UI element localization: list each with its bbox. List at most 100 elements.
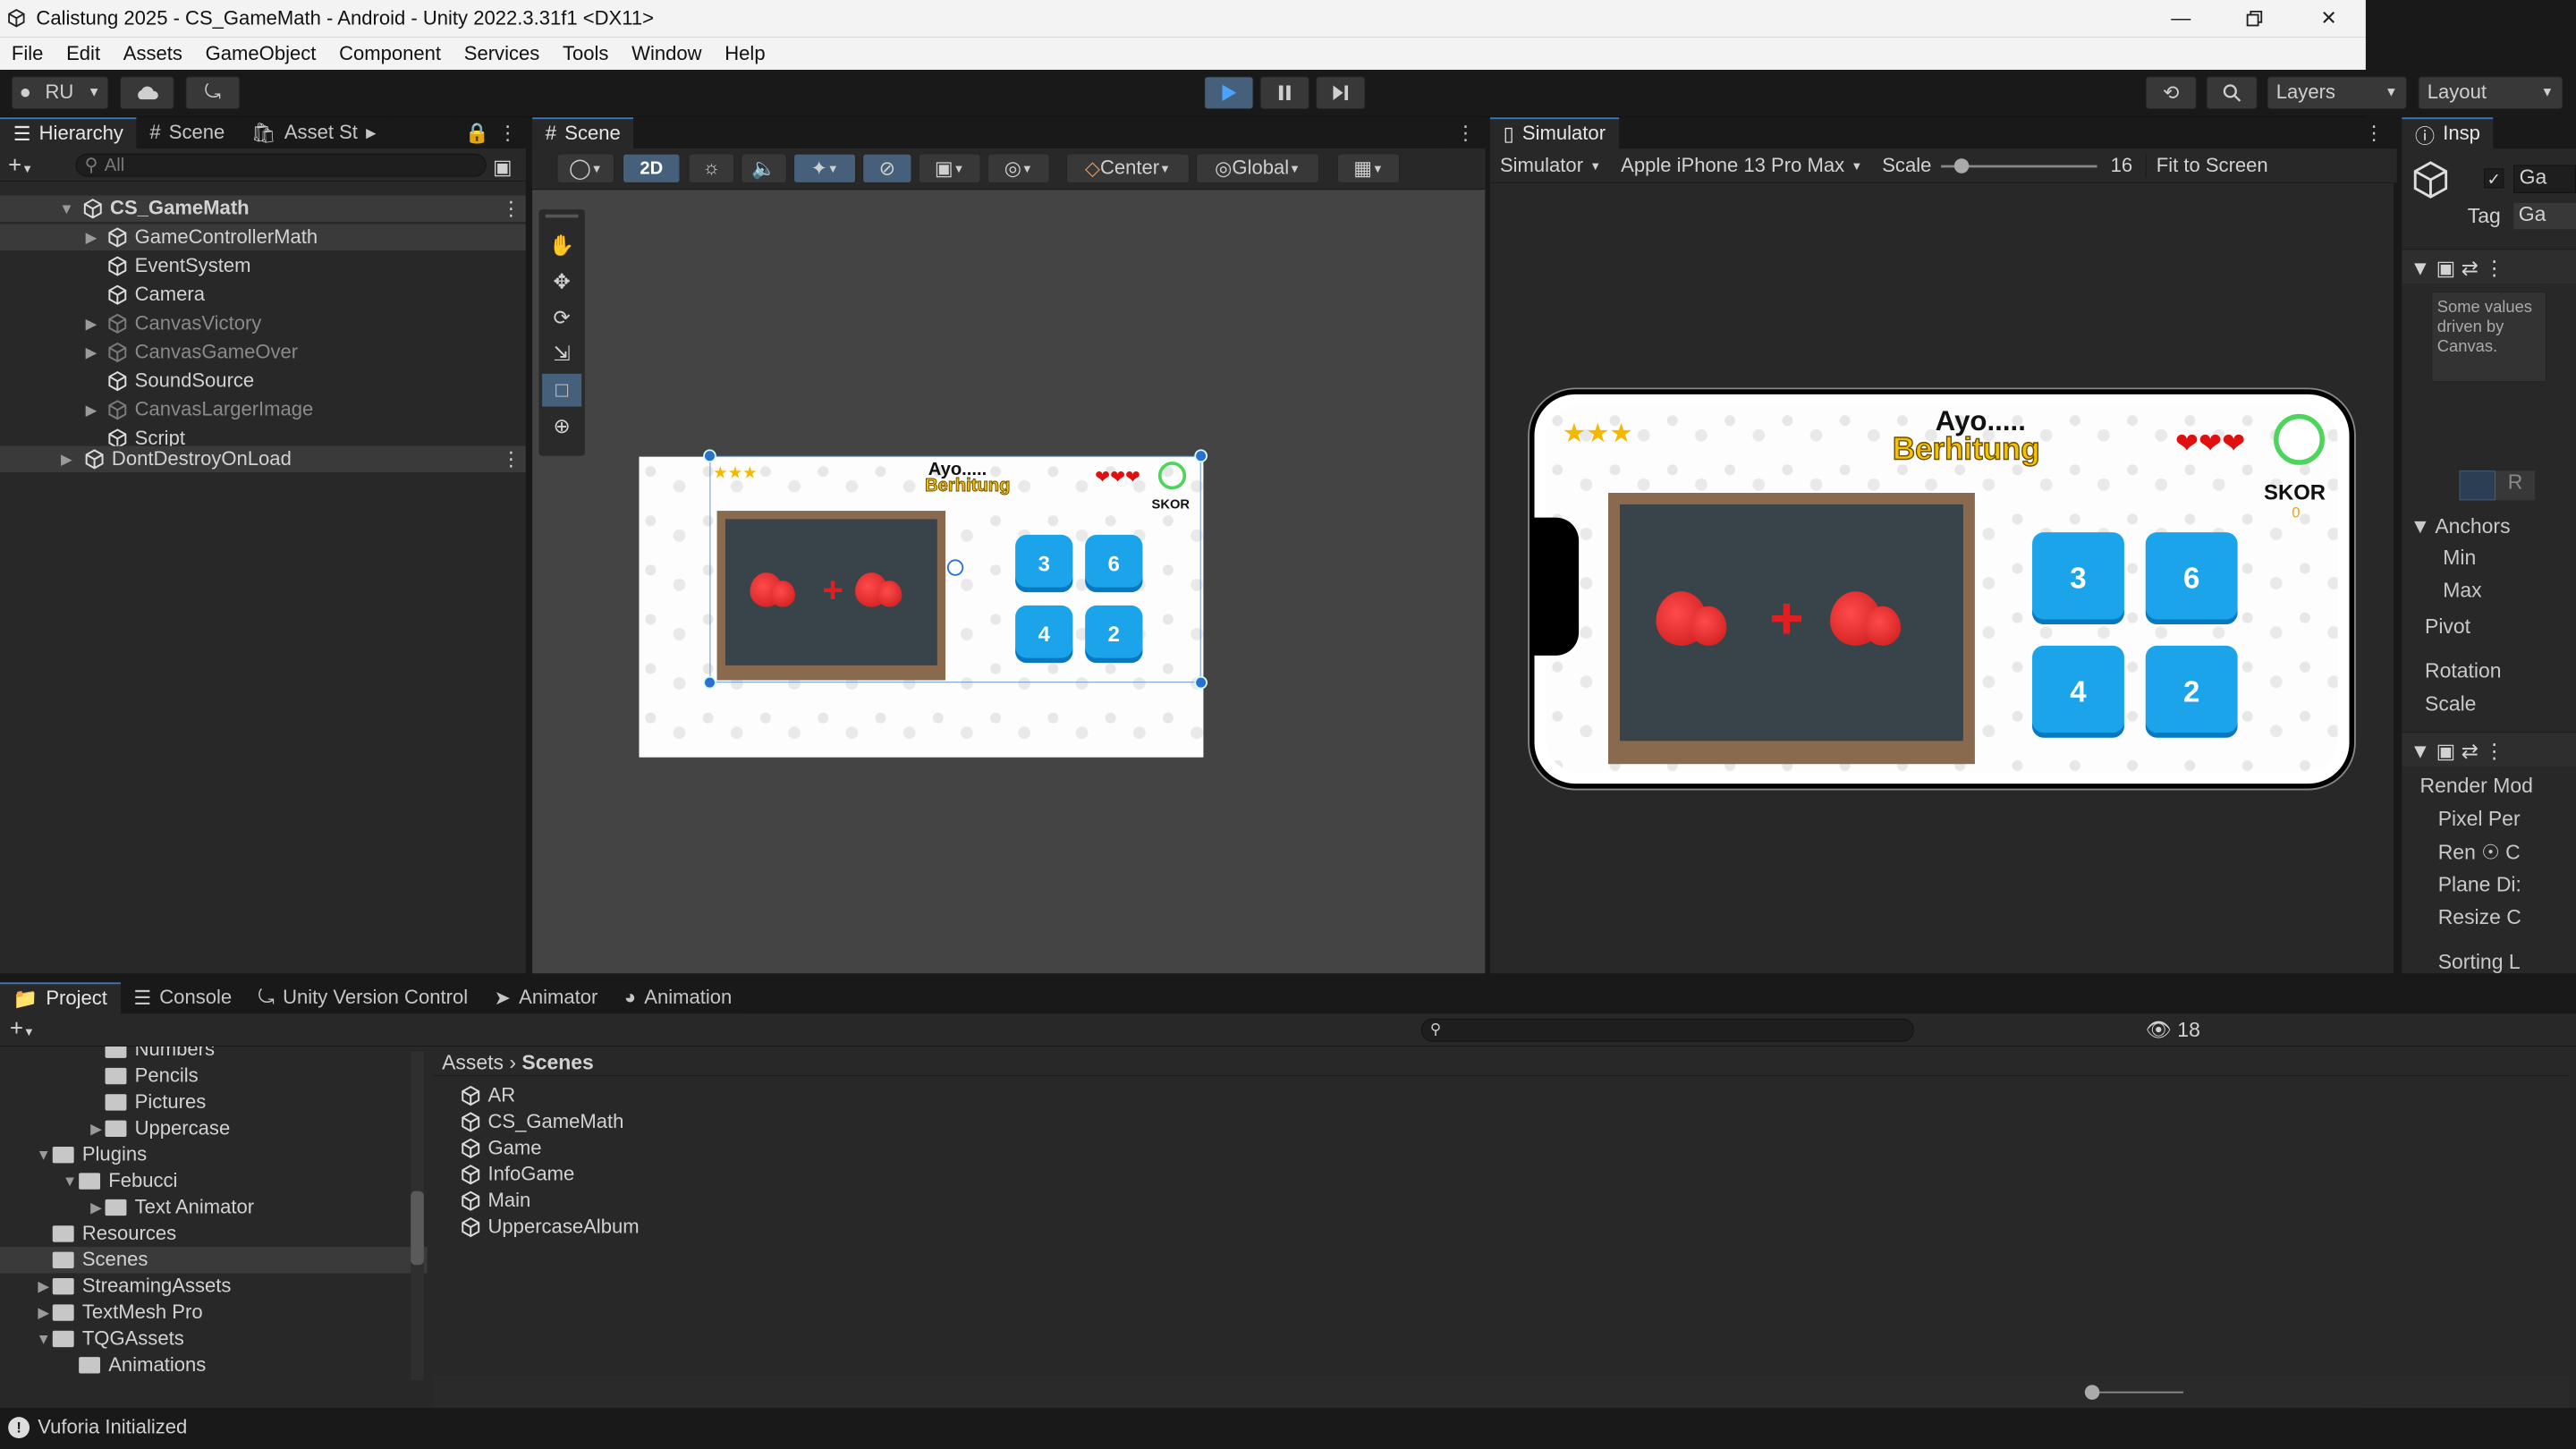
scene-visibility-icon[interactable]: ▣ <box>493 156 513 181</box>
hierarchy-item[interactable]: Camera <box>0 282 526 308</box>
pivot-mode-dropdown[interactable]: ◇ Center ▼ <box>1066 153 1190 183</box>
toggle-2d-button[interactable]: 2D <box>623 153 681 183</box>
folder-tree-item[interactable]: ▶ Uppercase <box>0 1115 428 1141</box>
history-button[interactable]: ⟲ <box>2145 76 2197 110</box>
restore-button[interactable] <box>2218 0 2292 37</box>
scale-tool-icon[interactable]: ⇲ <box>542 337 581 370</box>
hierarchy-item[interactable]: ▶ CanvasVictory <box>0 310 526 336</box>
hierarchy-search-input[interactable]: ⚲ All <box>75 153 487 177</box>
simulator-mode-dropdown[interactable]: Simulator ▼ <box>1490 154 1611 177</box>
folder-tree-item[interactable]: ▶ TextMesh Pro <box>0 1300 428 1326</box>
scene-asset-item[interactable]: Main <box>460 1188 2576 1214</box>
pivot-rotation-dropdown[interactable]: ◎ Global ▼ <box>1196 153 1319 183</box>
hierarchy-item[interactable]: ▶ GameControllerMath <box>0 224 526 251</box>
scale-slider[interactable] <box>1941 153 2097 178</box>
expand-arrow-icon[interactable]: ▶ <box>82 315 100 332</box>
transform-tool-icon[interactable]: ⊕ <box>542 410 581 443</box>
folder-tree-item[interactable]: Pencils <box>0 1063 428 1089</box>
audio-toggle[interactable]: 🔈 <box>741 153 787 183</box>
menu-file[interactable]: File <box>12 41 44 66</box>
folder-tree-item[interactable]: ▼ Plugins <box>0 1142 428 1168</box>
tab-unity-version-control[interactable]: ⤿ Unity Version Control <box>244 982 481 1014</box>
name-field[interactable]: Ga <box>2513 165 2576 193</box>
pause-button[interactable] <box>1259 76 1309 110</box>
search-button[interactable] <box>2206 76 2258 110</box>
hierarchy-root-row[interactable]: ▼ CS_GameMath ⋮ <box>0 195 526 222</box>
play-button[interactable] <box>1204 76 1254 110</box>
camera-dropdown[interactable]: ▣ ▼ <box>918 153 981 183</box>
minimize-button[interactable]: — <box>2144 0 2218 37</box>
icon-size-slider[interactable] <box>2093 1391 2184 1394</box>
hierarchy-item[interactable]: SoundSource <box>0 368 526 394</box>
fit-to-screen-button[interactable]: Fit to Screen <box>2145 154 2278 177</box>
scene-asset-item[interactable]: CS_GameMath <box>460 1109 2576 1135</box>
hierarchy-item[interactable]: ▶ CanvasGameOver <box>0 339 526 365</box>
rotate-tool-icon[interactable]: ⟳ <box>542 301 581 335</box>
tab-inspector[interactable]: ⓘ Insp <box>2402 117 2494 149</box>
gizmos-dropdown[interactable]: ◎ ▼ <box>987 153 1050 183</box>
move-tool-icon[interactable]: ✥ <box>542 266 581 299</box>
sim-answer-4[interactable]: 4 <box>2032 645 2124 738</box>
tab-hierarchy[interactable]: ☰ Hierarchy <box>0 117 137 149</box>
menu-assets[interactable]: Assets <box>123 41 182 66</box>
tab-animation[interactable]: ◕ Animation <box>611 982 745 1014</box>
tab-scene[interactable]: # Scene <box>532 117 634 149</box>
menu-services[interactable]: Services <box>464 41 540 66</box>
panel-menu-button[interactable]: 🔒 ⋮ <box>456 117 526 149</box>
tag-dropdown[interactable]: Ga <box>2513 202 2576 230</box>
account-dropdown[interactable]: ● RU ▼ <box>11 76 109 110</box>
layout-dropdown[interactable]: Layout ▼ <box>2418 76 2563 110</box>
menu-window[interactable]: Window <box>631 41 701 66</box>
grid-snap-dropdown[interactable]: ▦ ▼ <box>1337 153 1400 183</box>
tab-project[interactable]: 📁 Project <box>0 982 121 1014</box>
scene-asset-item[interactable]: AR <box>460 1082 2576 1108</box>
hidden-objects-toggle[interactable]: ⊘ <box>862 153 912 183</box>
folder-tree-item[interactable]: Pictures <box>0 1089 428 1115</box>
blueprint-toggle[interactable] <box>2459 470 2496 501</box>
sim-answer-3[interactable]: 3 <box>2032 532 2124 624</box>
draw-mode-dropdown[interactable]: ◯ ▼ <box>556 153 614 183</box>
hand-tool-icon[interactable]: ✋ <box>542 229 581 262</box>
gizmo-handle[interactable] <box>1194 449 1208 463</box>
expand-arrow-icon[interactable]: ▶ <box>35 1278 53 1295</box>
folder-tree-item[interactable]: ▶ Text Animator <box>0 1194 428 1220</box>
folder-tree-item[interactable]: ▶ StreamingAssets <box>0 1273 428 1299</box>
gizmo-pivot[interactable] <box>946 559 964 576</box>
folder-tree-item[interactable]: Scenes <box>0 1247 428 1274</box>
rect-transform-header[interactable]: ▼ ▣ ⇄ ⋮ <box>2402 249 2576 284</box>
tab-asset-store[interactable]: 🛍 Asset St ▶ <box>237 117 390 149</box>
sim-answer-6[interactable]: 6 <box>2145 532 2238 624</box>
expand-arrow-icon[interactable]: ▶ <box>82 402 100 419</box>
folder-tree-item[interactable]: Resources <box>0 1221 428 1247</box>
tab-animator[interactable]: ➤ Animator <box>480 982 612 1014</box>
tab-simulator[interactable]: ▯ Simulator <box>1489 117 1619 149</box>
collab-button[interactable]: ⤿ <box>185 76 241 110</box>
project-search-input[interactable]: ⚲ <box>1420 1018 1914 1042</box>
row-menu-icon[interactable]: ⋮ <box>501 447 521 471</box>
gizmo-handle[interactable] <box>1194 675 1208 690</box>
effects-toggle[interactable]: ✦ ▼ <box>793 153 856 183</box>
row-menu-icon[interactable]: ⋮ <box>501 197 521 221</box>
lighting-toggle[interactable]: ☼ <box>688 153 735 183</box>
simulator-menu[interactable]: ⋮ <box>2354 117 2394 149</box>
menu-edit[interactable]: Edit <box>66 41 100 66</box>
expand-arrow-icon[interactable]: ▶ <box>35 1304 53 1321</box>
tab-scene-mini[interactable]: # Scene <box>136 117 238 149</box>
folder-tree-item[interactable]: ▼ Febucci <box>0 1168 428 1194</box>
menu-help[interactable]: Help <box>724 41 765 66</box>
hierarchy-item[interactable]: EventSystem <box>0 253 526 279</box>
add-button[interactable]: +▼ <box>8 152 33 178</box>
scene-asset-item[interactable]: InfoGame <box>460 1162 2576 1188</box>
active-checkbox[interactable]: ✓ <box>2484 168 2504 189</box>
menu-gameobject[interactable]: GameObject <box>206 41 317 66</box>
folder-tree-item[interactable]: Animations <box>0 1352 428 1378</box>
tab-console[interactable]: ☰ Console <box>120 982 245 1014</box>
cloud-button[interactable] <box>120 76 174 110</box>
device-dropdown[interactable]: Apple iPhone 13 Pro Max ▼ <box>1611 154 1872 177</box>
expand-arrow-icon[interactable]: ▶ <box>82 229 100 246</box>
scene-asset-item[interactable]: UppercaseAlbum <box>460 1214 2576 1240</box>
breadcrumb-assets[interactable]: Assets › Scenes <box>442 1052 594 1076</box>
expand-arrow-icon[interactable]: ▼ <box>61 1173 79 1190</box>
expand-arrow-icon[interactable]: ▶ <box>87 1199 105 1216</box>
expand-arrow-icon[interactable]: ▼ <box>35 1147 53 1164</box>
